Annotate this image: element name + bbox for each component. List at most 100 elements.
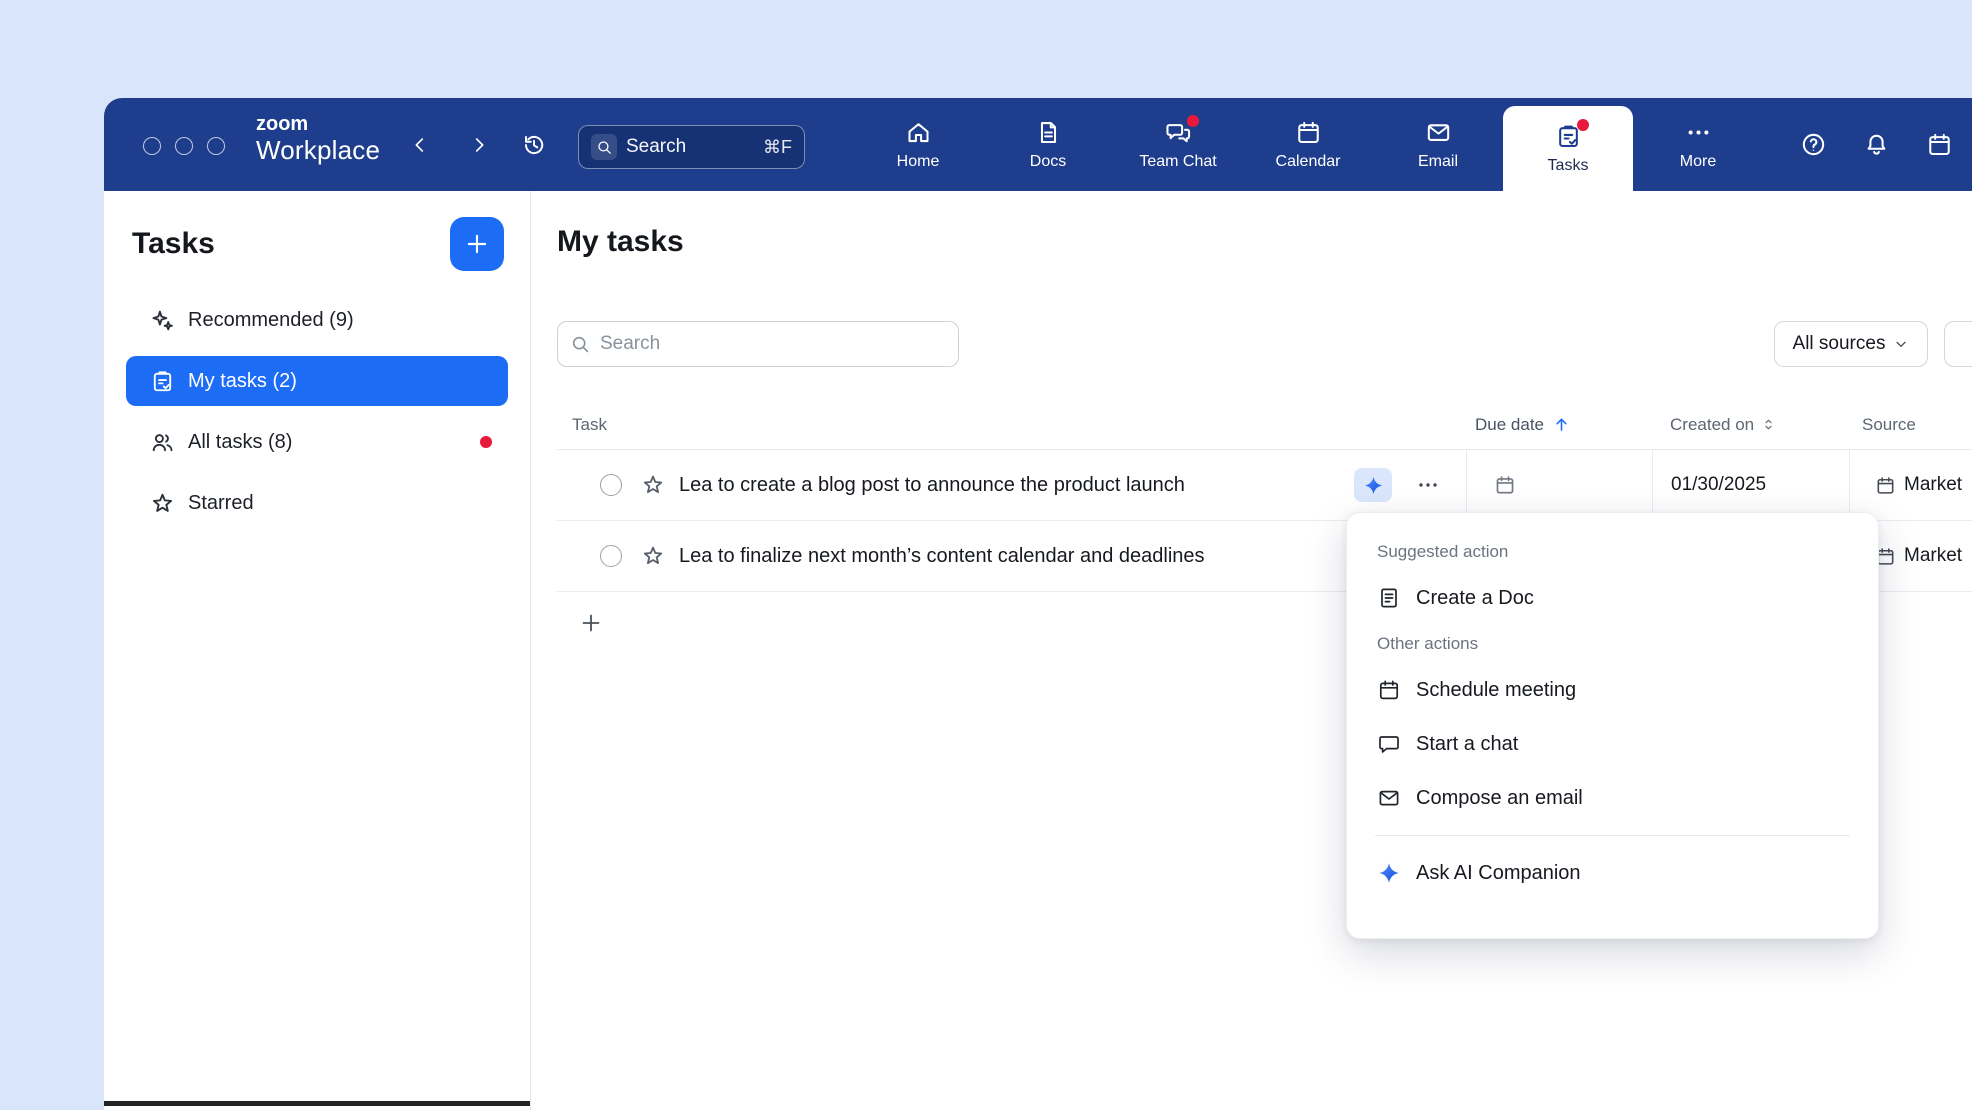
chevron-down-icon: [1893, 336, 1909, 352]
global-search-placeholder: Search: [626, 136, 686, 158]
doc-icon: [1377, 586, 1401, 610]
window-control-minimize[interactable]: [175, 137, 193, 155]
task-row[interactable]: Lea to create a blog post to announce th…: [557, 450, 1972, 521]
menu-item-label: Compose an email: [1416, 787, 1583, 810]
team-chat-icon: [1165, 119, 1192, 146]
help-button[interactable]: [1793, 124, 1833, 164]
tab-label: Calendar: [1276, 153, 1341, 171]
menu-section-heading: Other actions: [1373, 625, 1852, 663]
column-header-due-date[interactable]: Due date: [1466, 415, 1652, 435]
topbar-tab-docs[interactable]: Docs: [983, 98, 1113, 191]
window-control-close[interactable]: [143, 137, 161, 155]
more-actions-button[interactable]: [1408, 468, 1448, 502]
column-header-label: Due date: [1475, 415, 1544, 435]
sidebar-item-recommended[interactable]: Recommended (9): [126, 295, 508, 345]
menu-item-start-chat[interactable]: Start a chat: [1373, 717, 1852, 771]
tab-label: More: [1680, 153, 1716, 171]
tab-label: Home: [897, 153, 940, 171]
task-checkbox[interactable]: [600, 474, 622, 496]
created-on-cell: 01/30/2025: [1652, 450, 1849, 520]
star-icon: [150, 491, 175, 516]
notification-badge: [1577, 119, 1589, 131]
calendar-icon: [1926, 131, 1953, 158]
table-header-row: Task Due date Created on Source: [557, 400, 1972, 450]
sidebar-item-label: Starred: [188, 492, 254, 515]
topbar-tab-team-chat[interactable]: Team Chat: [1113, 98, 1243, 191]
topbar-tab-tasks[interactable]: Tasks: [1503, 106, 1633, 191]
home-icon: [905, 119, 932, 146]
people-icon: [150, 430, 175, 455]
schedule-button[interactable]: [1919, 124, 1959, 164]
search-icon: [570, 334, 591, 355]
ai-companion-button[interactable]: [1354, 468, 1392, 502]
column-header-created-on[interactable]: Created on: [1652, 415, 1849, 435]
task-title: Lea to finalize next month’s content cal…: [679, 545, 1205, 568]
more-ellipsis-icon: [1685, 119, 1712, 146]
chat-icon: [1377, 732, 1401, 756]
star-icon[interactable]: [641, 544, 665, 568]
page-title: My tasks: [557, 225, 684, 259]
tasks-sidebar: Tasks Recommended (9): [104, 191, 531, 1110]
plus-icon[interactable]: [579, 611, 603, 635]
zoom-workplace-logo: zoom Workplace: [256, 113, 380, 165]
sidebar-list: Recommended (9) My tasks (2): [104, 295, 530, 528]
menu-item-schedule-meeting[interactable]: Schedule meeting: [1373, 663, 1852, 717]
notifications-button[interactable]: [1856, 124, 1896, 164]
logo-zoom-text: zoom: [256, 113, 380, 135]
tab-label: Team Chat: [1139, 153, 1216, 171]
sidebar-item-label: Recommended (9): [188, 309, 354, 332]
forward-button[interactable]: [462, 128, 496, 162]
menu-section-heading: Suggested action: [1373, 533, 1852, 571]
menu-item-compose-email[interactable]: Compose an email: [1373, 771, 1852, 825]
topbar-navigation: Home Docs Team Cha: [853, 98, 1763, 191]
add-due-date-icon[interactable]: [1494, 474, 1516, 496]
task-cell: Lea to create a blog post to announce th…: [557, 450, 1466, 520]
star-icon[interactable]: [641, 473, 665, 497]
topbar-tab-home[interactable]: Home: [853, 98, 983, 191]
tab-label: Tasks: [1548, 157, 1589, 175]
tab-label: Docs: [1030, 153, 1066, 171]
ai-sparkle-icon: [1363, 475, 1384, 496]
plus-icon: [464, 231, 490, 257]
topbar-tab-email[interactable]: Email: [1373, 98, 1503, 191]
sidebar-item-all-tasks[interactable]: All tasks (8): [126, 417, 508, 467]
history-button[interactable]: [517, 128, 551, 162]
source-cell: Market: [1849, 450, 1972, 520]
sidebar-item-label: All tasks (8): [188, 431, 292, 454]
sources-filter-dropdown[interactable]: All sources: [1774, 321, 1928, 367]
topbar-tab-calendar[interactable]: Calendar: [1243, 98, 1373, 191]
sort-ascending-icon[interactable]: [1552, 415, 1571, 434]
window-control-zoom[interactable]: [207, 137, 225, 155]
task-search-input[interactable]: [600, 333, 946, 355]
sidebar-item-label: My tasks (2): [188, 370, 297, 393]
help-icon: [1800, 131, 1827, 158]
menu-item-ask-ai-companion[interactable]: Ask AI Companion: [1373, 846, 1852, 900]
notification-badge: [480, 436, 492, 448]
logo-workplace-text: Workplace: [256, 135, 380, 165]
envelope-icon: [1425, 119, 1452, 146]
search-shortcut-hint: ⌘F: [763, 137, 792, 158]
calendar-icon: [1875, 475, 1896, 496]
topbar-tab-more[interactable]: More: [1633, 98, 1763, 191]
task-checkbox[interactable]: [600, 545, 622, 567]
sidebar-item-my-tasks[interactable]: My tasks (2): [126, 356, 508, 406]
back-button[interactable]: [403, 128, 437, 162]
due-date-cell: [1466, 450, 1652, 520]
sort-updown-icon[interactable]: [1760, 416, 1777, 433]
sidebar-item-starred[interactable]: Starred: [126, 478, 508, 528]
docs-icon: [1035, 119, 1062, 146]
search-icon: [591, 134, 617, 160]
clipped-filter-button[interactable]: [1944, 321, 1972, 367]
add-task-button[interactable]: [450, 217, 504, 271]
ai-sparkle-icon: [1377, 861, 1401, 885]
global-search-box[interactable]: Search ⌘F: [578, 125, 805, 169]
menu-item-create-doc[interactable]: Create a Doc: [1373, 571, 1852, 625]
menu-item-label: Schedule meeting: [1416, 679, 1576, 702]
calendar-icon: [1377, 678, 1401, 702]
source-value: Market: [1904, 474, 1962, 496]
created-on-value: 01/30/2025: [1671, 474, 1766, 496]
menu-item-label: Start a chat: [1416, 733, 1518, 756]
screen: zoom Workplace Search: [0, 0, 1972, 1110]
window-controls: [143, 137, 225, 155]
sparkles-icon: [150, 308, 175, 333]
